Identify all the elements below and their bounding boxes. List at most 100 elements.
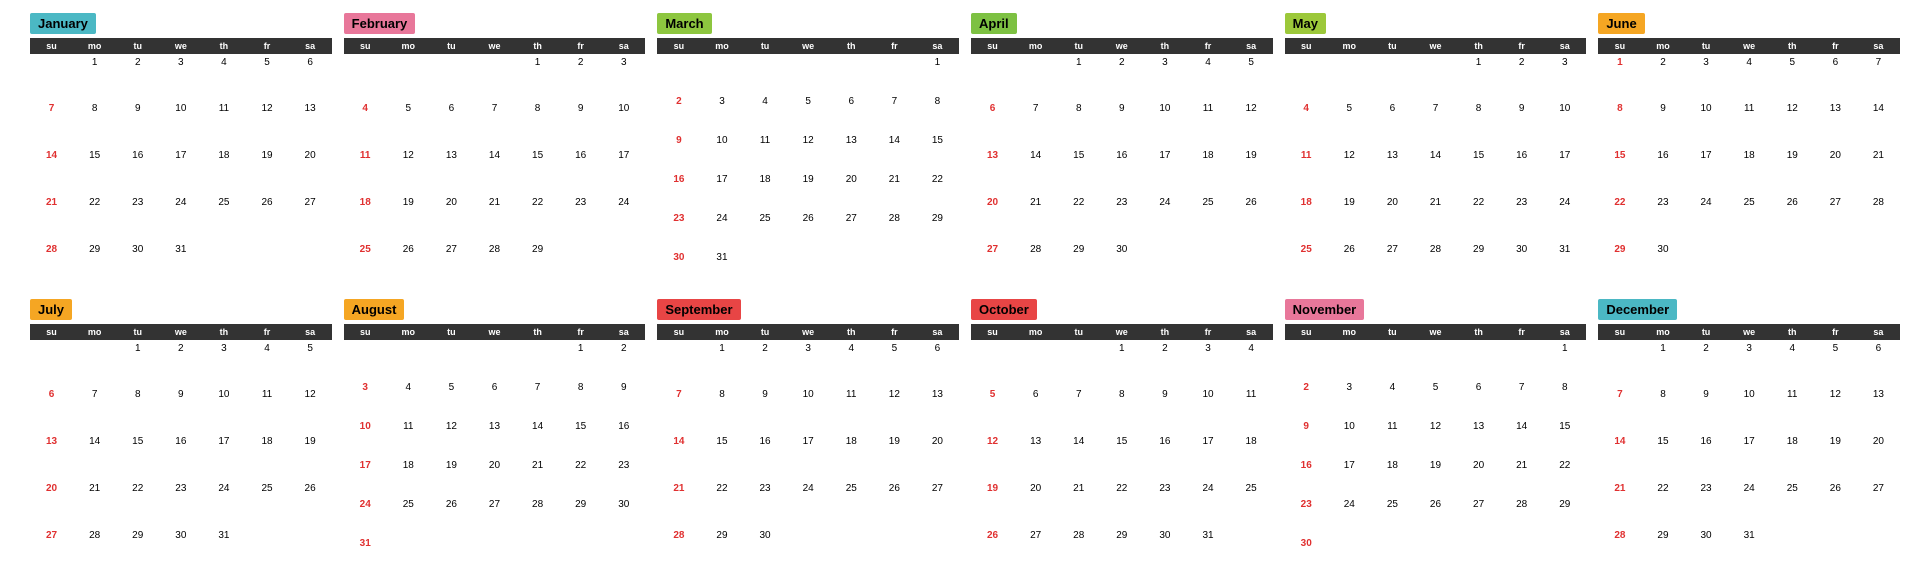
day-header-sa: sa xyxy=(916,39,959,53)
calendar-day-cell: 17 xyxy=(602,148,645,195)
calendar-day-cell: 4 xyxy=(1771,340,1814,387)
calendar-day-cell: 10 xyxy=(1186,387,1229,434)
calendar-day-cell: 11 xyxy=(1230,387,1273,434)
calendar-day-cell: 12 xyxy=(873,387,916,434)
calendar-day-cell: 30 xyxy=(602,496,645,535)
calendar-day-cell: 30 xyxy=(1285,535,1328,574)
calendar-day-cell: 21 xyxy=(873,171,916,210)
calendar-day-cell: 17 xyxy=(159,148,202,195)
calendar-empty-cell xyxy=(387,340,430,379)
day-header-th: th xyxy=(1457,39,1500,53)
calendar-day-cell: 6 xyxy=(1371,101,1414,148)
calendar-day-cell: 26 xyxy=(245,194,288,241)
calendar-day-cell: 28 xyxy=(1057,527,1100,574)
calendar-day-cell: 12 xyxy=(1230,101,1273,148)
day-header-tu: tu xyxy=(744,325,787,339)
day-header-mo: mo xyxy=(1328,325,1371,339)
day-header-th: th xyxy=(830,39,873,53)
calendar-day-cell: 19 xyxy=(1771,148,1814,195)
day-header-th: th xyxy=(1771,39,1814,53)
month-july: Julysumotuwethfrsa1234567891011121314151… xyxy=(30,296,332,574)
calendar-day-cell: 22 xyxy=(1543,457,1586,496)
day-header-th: th xyxy=(1771,325,1814,339)
calendar-day-cell: 12 xyxy=(1414,418,1457,457)
calendar-day-cell: 28 xyxy=(516,496,559,535)
calendar-day-cell: 8 xyxy=(516,101,559,148)
calendar-day-cell: 18 xyxy=(1230,434,1273,481)
day-header-fr: fr xyxy=(1814,39,1857,53)
calendar-day-cell: 6 xyxy=(430,101,473,148)
calendar-day-cell: 21 xyxy=(657,480,700,527)
calendar-day-cell: 27 xyxy=(1857,480,1900,527)
calendar-day-cell: 10 xyxy=(1543,101,1586,148)
calendar-day-cell: 13 xyxy=(473,418,516,457)
calendar-day-cell: 9 xyxy=(602,379,645,418)
calendar-day-cell: 5 xyxy=(1414,379,1457,418)
day-header-tu: tu xyxy=(116,325,159,339)
calendar-day-cell: 14 xyxy=(657,434,700,481)
calendar-day-cell: 21 xyxy=(1598,480,1641,527)
calendar-day-cell: 13 xyxy=(1014,434,1057,481)
day-header-we: we xyxy=(473,325,516,339)
month-name-january: January xyxy=(30,13,96,34)
day-header-tu: tu xyxy=(1685,39,1728,53)
calendar-day-cell: 1 xyxy=(1598,54,1641,101)
calendar-day-cell: 14 xyxy=(516,418,559,457)
calendar-day-cell: 9 xyxy=(657,132,700,171)
calendar-day-cell: 7 xyxy=(1414,101,1457,148)
calendar-day-cell: 4 xyxy=(202,54,245,101)
calendar-day-cell: 23 xyxy=(602,457,645,496)
calendar-day-cell: 3 xyxy=(1143,54,1186,101)
calendar-day-cell: 18 xyxy=(1728,148,1771,195)
calendar-day-cell: 3 xyxy=(1186,340,1229,387)
calendar-empty-cell xyxy=(344,54,387,101)
calendar-day-cell: 8 xyxy=(1598,101,1641,148)
calendar-day-cell: 13 xyxy=(971,148,1014,195)
calendar-day-cell: 10 xyxy=(602,101,645,148)
calendar-day-cell: 12 xyxy=(245,101,288,148)
calendar-day-cell: 21 xyxy=(473,194,516,241)
month-name-november: November xyxy=(1285,299,1365,320)
day-header-tu: tu xyxy=(1057,39,1100,53)
day-header-sa: sa xyxy=(1543,325,1586,339)
calendar-day-cell: 31 xyxy=(344,535,387,574)
calendar-empty-cell xyxy=(1500,340,1543,379)
calendar-day-cell: 4 xyxy=(1186,54,1229,101)
day-header-su: su xyxy=(344,39,387,53)
calendar-day-cell: 15 xyxy=(1457,148,1500,195)
month-name-december: December xyxy=(1598,299,1677,320)
day-header-fr: fr xyxy=(245,39,288,53)
calendar-day-cell: 15 xyxy=(116,434,159,481)
calendar-day-cell: 14 xyxy=(1598,434,1641,481)
calendar-empty-cell xyxy=(1598,340,1641,387)
calendar-day-cell: 1 xyxy=(1100,340,1143,387)
calendar-day-cell: 11 xyxy=(1728,101,1771,148)
calendar-day-cell: 1 xyxy=(916,54,959,93)
day-header-fr: fr xyxy=(1186,39,1229,53)
calendar-day-cell: 26 xyxy=(289,480,332,527)
calendar-day-cell: 16 xyxy=(1685,434,1728,481)
calendar-day-cell: 11 xyxy=(744,132,787,171)
calendar-day-cell: 20 xyxy=(430,194,473,241)
day-header-sa: sa xyxy=(916,325,959,339)
calendar-empty-cell xyxy=(473,54,516,101)
calendar-day-cell: 15 xyxy=(516,148,559,195)
calendar-day-cell: 11 xyxy=(245,387,288,434)
day-header-fr: fr xyxy=(559,39,602,53)
calendar-day-cell: 12 xyxy=(289,387,332,434)
calendar-day-cell: 3 xyxy=(787,340,830,387)
calendar-day-cell: 7 xyxy=(1857,54,1900,101)
month-march: Marchsumotuwethfrsa123456789101112131415… xyxy=(657,10,959,288)
calendar-day-cell: 23 xyxy=(159,480,202,527)
calendar-day-cell: 1 xyxy=(73,54,116,101)
calendar-day-cell: 21 xyxy=(1414,194,1457,241)
day-header-tu: tu xyxy=(1371,325,1414,339)
day-header-mo: mo xyxy=(1641,39,1684,53)
calendar-day-cell: 7 xyxy=(1500,379,1543,418)
calendar-day-cell: 6 xyxy=(1814,54,1857,101)
calendar-day-cell: 4 xyxy=(344,101,387,148)
calendar-day-cell: 27 xyxy=(430,241,473,288)
calendar-day-cell: 28 xyxy=(1014,241,1057,288)
calendar-day-cell: 28 xyxy=(30,241,73,288)
day-header-th: th xyxy=(202,39,245,53)
